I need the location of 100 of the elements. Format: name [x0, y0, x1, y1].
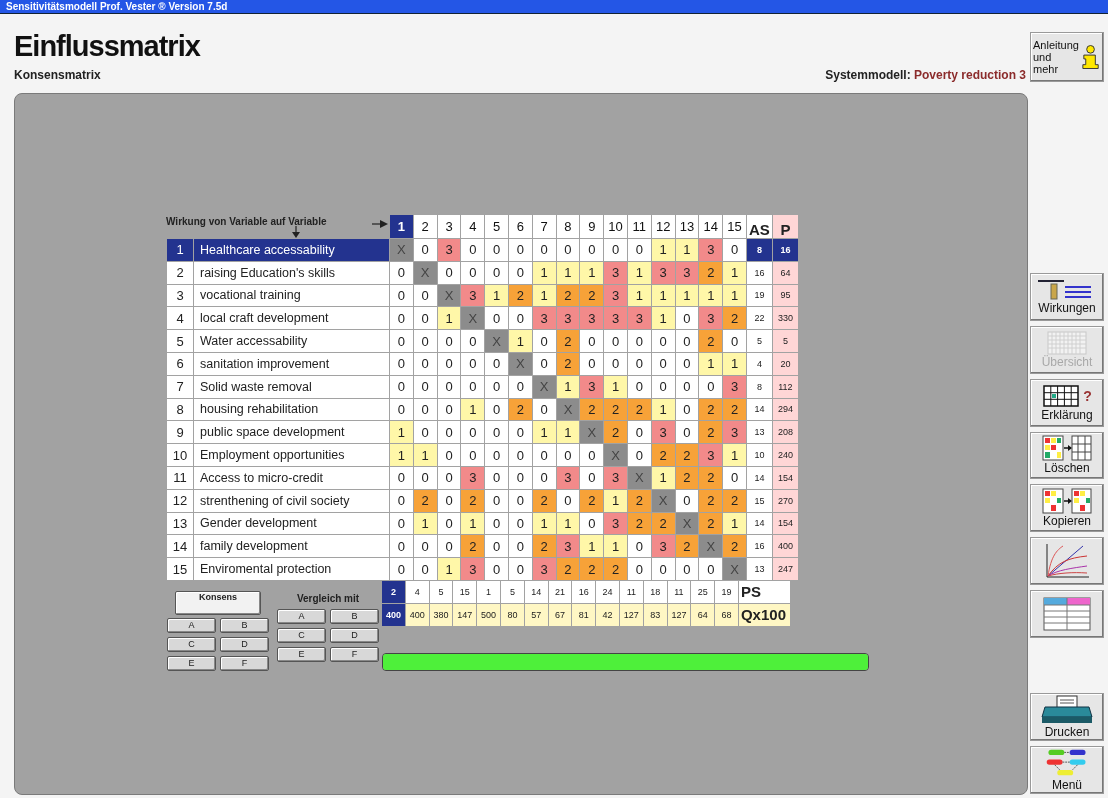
matrix-cell[interactable]: 0 [390, 307, 413, 330]
matrix-cell[interactable]: 2 [675, 466, 699, 489]
matrix-cell[interactable]: 1 [651, 239, 675, 261]
matrix-cell[interactable]: 3 [437, 239, 461, 261]
matrix-cell[interactable]: 0 [556, 239, 580, 261]
matrix-cell[interactable]: 0 [413, 421, 437, 444]
matrix-cell[interactable]: 0 [390, 489, 413, 512]
variable-name[interactable]: Employment opportunities [194, 444, 389, 466]
matrix-cell[interactable]: 2 [699, 398, 723, 421]
matrix-cell[interactable]: 2 [651, 444, 675, 466]
matrix-set-button[interactable]: E [167, 655, 216, 671]
matrix-cell[interactable]: 0 [461, 261, 485, 284]
column-header[interactable]: 10 [604, 215, 627, 238]
matrix-cell[interactable]: 1 [604, 375, 627, 398]
matrix-cell[interactable]: 0 [723, 330, 746, 352]
matrix-cell[interactable]: 2 [461, 489, 485, 512]
matrix-cell[interactable]: 0 [532, 353, 556, 375]
matrix-cell[interactable]: 0 [723, 239, 746, 261]
matrix-cell[interactable]: 1 [532, 284, 556, 307]
matrix-cell[interactable]: 1 [723, 353, 746, 375]
matrix-cell[interactable]: 2 [627, 489, 651, 512]
matrix-set-button[interactable]: F [330, 646, 379, 662]
matrix-cell[interactable]: 0 [580, 239, 604, 261]
matrix-cell[interactable]: 0 [413, 558, 437, 580]
matrix-set-button[interactable]: C [277, 627, 326, 643]
matrix-cell[interactable]: 2 [723, 535, 746, 558]
column-header[interactable]: 3 [437, 215, 461, 238]
row-number[interactable]: 6 [167, 353, 193, 375]
matrix-cell[interactable]: 1 [580, 535, 604, 558]
matrix-cell[interactable]: 1 [390, 421, 413, 444]
matrix-cell[interactable]: 2 [509, 284, 532, 307]
matrix-cell[interactable]: 0 [390, 535, 413, 558]
matrix-cell[interactable]: 2 [651, 512, 675, 535]
matrix-cell[interactable]: 0 [485, 444, 508, 466]
matrix-cell[interactable]: 0 [675, 330, 699, 352]
column-header[interactable]: 6 [509, 215, 532, 238]
variable-name[interactable]: public space development [194, 421, 389, 444]
matrix-cell[interactable]: 0 [390, 558, 413, 580]
matrix-cell[interactable]: 2 [723, 489, 746, 512]
matrix-cell[interactable]: 0 [651, 558, 675, 580]
matrix-cell[interactable]: 3 [580, 307, 604, 330]
matrix-cell[interactable]: 0 [509, 239, 532, 261]
matrix-cell[interactable]: 3 [604, 284, 627, 307]
matrix-cell[interactable]: 1 [723, 261, 746, 284]
matrix-cell[interactable]: 1 [532, 261, 556, 284]
matrix-cell[interactable]: 0 [532, 239, 556, 261]
row-number[interactable]: 13 [167, 512, 193, 535]
matrix-cell[interactable]: 3 [556, 466, 580, 489]
matrix-cell[interactable]: 2 [699, 489, 723, 512]
matrix-cell[interactable]: 3 [604, 466, 627, 489]
table-button[interactable] [1030, 590, 1104, 638]
matrix-cell[interactable]: 2 [580, 398, 604, 421]
variable-name[interactable]: Access to micro-credit [194, 466, 389, 489]
matrix-cell[interactable]: 3 [651, 535, 675, 558]
matrix-cell[interactable]: 2 [580, 284, 604, 307]
matrix-cell[interactable]: 1 [699, 353, 723, 375]
column-header[interactable]: 9 [580, 215, 604, 238]
column-header[interactable]: 7 [532, 215, 556, 238]
explain-button[interactable]: ? Erklärung [1030, 378, 1104, 427]
matrix-cell[interactable]: 0 [532, 398, 556, 421]
matrix-cell[interactable]: 0 [437, 535, 461, 558]
row-number[interactable]: 5 [167, 330, 193, 352]
column-header[interactable]: 1 [390, 215, 413, 238]
matrix-cell[interactable]: 0 [675, 307, 699, 330]
matrix-cell[interactable]: 0 [485, 398, 508, 421]
matrix-cell[interactable]: 0 [413, 284, 437, 307]
matrix-cell[interactable]: 1 [485, 284, 508, 307]
variable-name[interactable]: local craft development [194, 307, 389, 330]
matrix-cell[interactable]: 0 [461, 375, 485, 398]
matrix-cell[interactable]: 0 [627, 535, 651, 558]
row-number[interactable]: 14 [167, 535, 193, 558]
matrix-cell[interactable]: 3 [580, 375, 604, 398]
info-button[interactable]: Anleitung und mehr [1030, 32, 1104, 82]
matrix-cell[interactable]: 0 [390, 375, 413, 398]
matrix-cell[interactable]: 1 [651, 398, 675, 421]
matrix-cell[interactable]: 0 [675, 489, 699, 512]
matrix-cell[interactable]: 3 [627, 307, 651, 330]
matrix-set-button[interactable]: C [167, 636, 216, 652]
column-header[interactable]: 8 [556, 215, 580, 238]
effects-button[interactable]: Wirkungen [1030, 272, 1104, 321]
matrix-cell[interactable]: 0 [437, 466, 461, 489]
matrix-cell[interactable]: 2 [699, 466, 723, 489]
matrix-cell[interactable]: 3 [723, 421, 746, 444]
matrix-cell[interactable]: 0 [437, 444, 461, 466]
matrix-cell[interactable]: 0 [532, 444, 556, 466]
matrix-cell[interactable]: 0 [437, 375, 461, 398]
matrix-set-button[interactable]: E [277, 646, 326, 662]
matrix-cell[interactable]: 0 [413, 239, 437, 261]
matrix-cell[interactable]: 2 [604, 558, 627, 580]
matrix-cell[interactable]: 0 [699, 375, 723, 398]
matrix-cell[interactable]: 0 [485, 489, 508, 512]
column-header[interactable]: 5 [485, 215, 508, 238]
column-header[interactable]: 4 [461, 215, 485, 238]
row-number[interactable]: 7 [167, 375, 193, 398]
matrix-cell[interactable]: 0 [627, 444, 651, 466]
matrix-cell[interactable]: 3 [604, 512, 627, 535]
matrix-cell[interactable]: 0 [485, 261, 508, 284]
matrix-cell[interactable]: 0 [651, 330, 675, 352]
matrix-set-button[interactable]: D [330, 627, 379, 643]
matrix-cell[interactable]: 2 [604, 398, 627, 421]
